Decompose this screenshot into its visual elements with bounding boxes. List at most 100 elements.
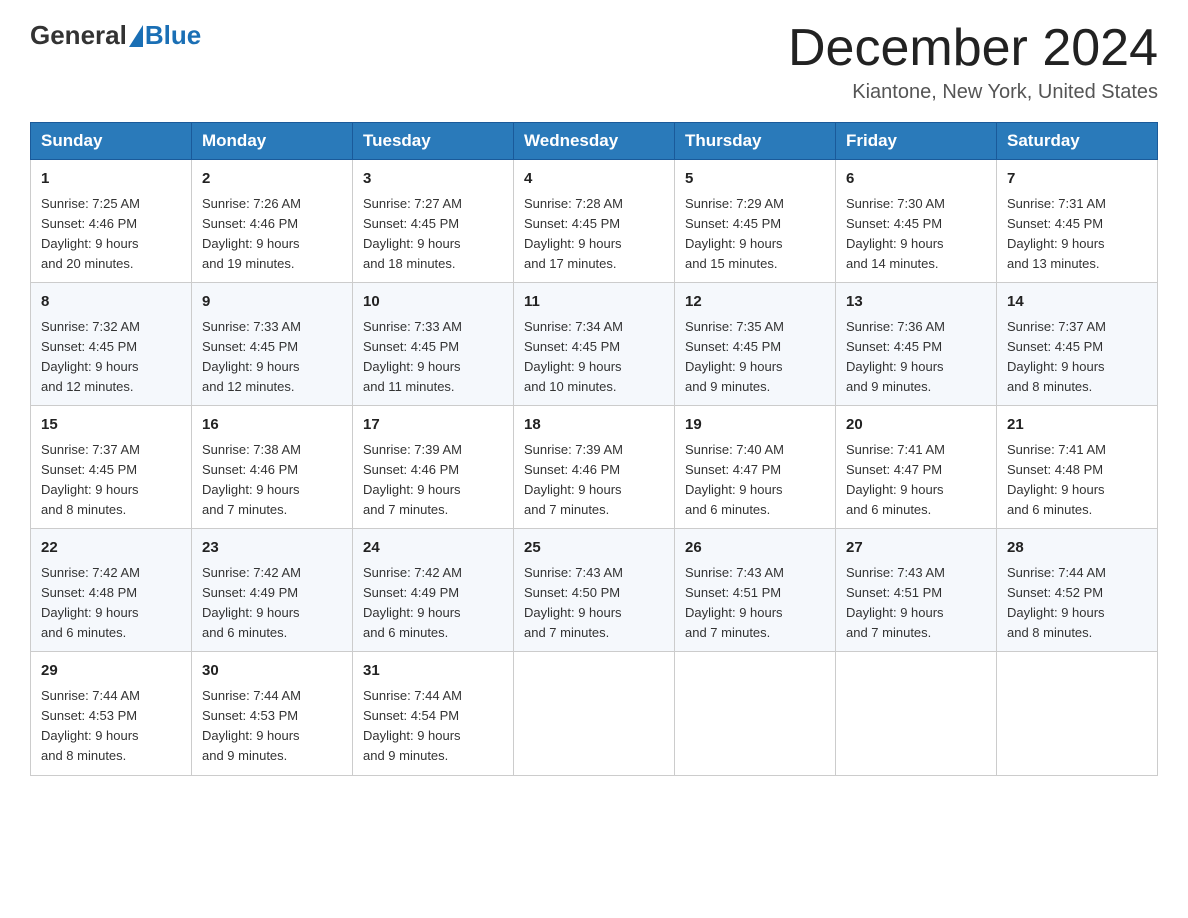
calendar-cell: 26Sunrise: 7:43 AMSunset: 4:51 PMDayligh… bbox=[675, 529, 836, 652]
calendar-cell: 23 Sunrise: 7:42 AMSunset: 4:49 PMDayligh… bbox=[192, 529, 353, 652]
day-info: Sunrise: 7:30 AMSunset: 4:45 PMDaylight:… bbox=[846, 194, 986, 275]
day-info: Sunrise: 7:44 AMSunset: 4:53 PMDaylight:… bbox=[41, 686, 181, 767]
col-thursday: Thursday bbox=[675, 123, 836, 160]
day-info: Sunrise: 7:35 AMSunset: 4:45 PMDaylight:… bbox=[685, 317, 825, 398]
calendar-cell: 9Sunrise: 7:33 AMSunset: 4:45 PMDaylight… bbox=[192, 283, 353, 406]
day-number: 21 bbox=[1007, 414, 1147, 437]
calendar-cell: 29 Sunrise: 7:44 AMSunset: 4:53 PMDayligh… bbox=[31, 652, 192, 775]
calendar-cell: 13 Sunrise: 7:36 AMSunset: 4:45 PMDayligh… bbox=[836, 283, 997, 406]
day-info: Sunrise: 7:36 AMSunset: 4:45 PMDaylight:… bbox=[846, 317, 986, 398]
calendar-cell: 4 Sunrise: 7:28 AMSunset: 4:45 PMDaylight… bbox=[514, 160, 675, 283]
day-number: 8 bbox=[41, 291, 181, 314]
day-info: Sunrise: 7:42 AMSunset: 4:48 PMDaylight:… bbox=[41, 563, 181, 644]
day-info: Sunrise: 7:28 AMSunset: 4:45 PMDaylight:… bbox=[524, 194, 664, 275]
col-wednesday: Wednesday bbox=[514, 123, 675, 160]
day-number: 7 bbox=[1007, 168, 1147, 191]
calendar-week-row-5: 29 Sunrise: 7:44 AMSunset: 4:53 PMDayligh… bbox=[31, 652, 1158, 775]
logo-triangle-icon bbox=[129, 25, 143, 47]
day-info: Sunrise: 7:39 AMSunset: 4:46 PMDaylight:… bbox=[363, 440, 503, 521]
month-title: December 2024 bbox=[788, 20, 1158, 77]
day-number: 14 bbox=[1007, 291, 1147, 314]
day-info: Sunrise: 7:43 AMSunset: 4:50 PMDaylight:… bbox=[524, 563, 664, 644]
calendar-cell: 19 Sunrise: 7:40 AMSunset: 4:47 PMDayligh… bbox=[675, 406, 836, 529]
day-number: 13 bbox=[846, 291, 986, 314]
day-number: 20 bbox=[846, 414, 986, 437]
day-info: Sunrise: 7:25 AMSunset: 4:46 PMDaylight:… bbox=[41, 194, 181, 275]
calendar-cell: 2 Sunrise: 7:26 AMSunset: 4:46 PMDaylight… bbox=[192, 160, 353, 283]
calendar-cell bbox=[836, 652, 997, 775]
calendar-cell: 22 Sunrise: 7:42 AMSunset: 4:48 PMDayligh… bbox=[31, 529, 192, 652]
day-number: 12 bbox=[685, 291, 825, 314]
calendar-cell: 20Sunrise: 7:41 AMSunset: 4:47 PMDayligh… bbox=[836, 406, 997, 529]
calendar-week-row-2: 8 Sunrise: 7:32 AMSunset: 4:45 PMDaylight… bbox=[31, 283, 1158, 406]
logo: General Blue bbox=[30, 20, 201, 51]
day-number: 29 bbox=[41, 660, 181, 683]
calendar-cell: 1 Sunrise: 7:25 AMSunset: 4:46 PMDaylight… bbox=[31, 160, 192, 283]
day-info: Sunrise: 7:38 AMSunset: 4:46 PMDaylight:… bbox=[202, 440, 342, 521]
col-sunday: Sunday bbox=[31, 123, 192, 160]
calendar-cell: 8 Sunrise: 7:32 AMSunset: 4:45 PMDaylight… bbox=[31, 283, 192, 406]
calendar-cell: 27Sunrise: 7:43 AMSunset: 4:51 PMDayligh… bbox=[836, 529, 997, 652]
day-info: Sunrise: 7:26 AMSunset: 4:46 PMDaylight:… bbox=[202, 194, 342, 275]
calendar-cell: 5Sunrise: 7:29 AMSunset: 4:45 PMDaylight… bbox=[675, 160, 836, 283]
day-info: Sunrise: 7:42 AMSunset: 4:49 PMDaylight:… bbox=[363, 563, 503, 644]
day-number: 18 bbox=[524, 414, 664, 437]
day-number: 25 bbox=[524, 537, 664, 560]
day-number: 17 bbox=[363, 414, 503, 437]
calendar-cell bbox=[514, 652, 675, 775]
day-info: Sunrise: 7:37 AMSunset: 4:45 PMDaylight:… bbox=[1007, 317, 1147, 398]
calendar-cell: 16 Sunrise: 7:38 AMSunset: 4:46 PMDayligh… bbox=[192, 406, 353, 529]
calendar-cell: 31Sunrise: 7:44 AMSunset: 4:54 PMDayligh… bbox=[353, 652, 514, 775]
calendar-cell: 3 Sunrise: 7:27 AMSunset: 4:45 PMDaylight… bbox=[353, 160, 514, 283]
day-info: Sunrise: 7:27 AMSunset: 4:45 PMDaylight:… bbox=[363, 194, 503, 275]
calendar-cell: 14 Sunrise: 7:37 AMSunset: 4:45 PMDayligh… bbox=[997, 283, 1158, 406]
calendar-cell: 7 Sunrise: 7:31 AMSunset: 4:45 PMDaylight… bbox=[997, 160, 1158, 283]
day-number: 2 bbox=[202, 168, 342, 191]
day-number: 9 bbox=[202, 291, 342, 314]
calendar-header-row: Sunday Monday Tuesday Wednesday Thursday… bbox=[31, 123, 1158, 160]
calendar-cell: 10Sunrise: 7:33 AMSunset: 4:45 PMDayligh… bbox=[353, 283, 514, 406]
calendar-week-row-4: 22 Sunrise: 7:42 AMSunset: 4:48 PMDayligh… bbox=[31, 529, 1158, 652]
day-number: 22 bbox=[41, 537, 181, 560]
calendar-cell: 28 Sunrise: 7:44 AMSunset: 4:52 PMDayligh… bbox=[997, 529, 1158, 652]
day-number: 19 bbox=[685, 414, 825, 437]
day-number: 23 bbox=[202, 537, 342, 560]
calendar-week-row-3: 15 Sunrise: 7:37 AMSunset: 4:45 PMDayligh… bbox=[31, 406, 1158, 529]
day-number: 16 bbox=[202, 414, 342, 437]
calendar-cell: 30 Sunrise: 7:44 AMSunset: 4:53 PMDayligh… bbox=[192, 652, 353, 775]
day-info: Sunrise: 7:42 AMSunset: 4:49 PMDaylight:… bbox=[202, 563, 342, 644]
day-number: 30 bbox=[202, 660, 342, 683]
calendar-cell: 25 Sunrise: 7:43 AMSunset: 4:50 PMDayligh… bbox=[514, 529, 675, 652]
calendar-cell: 17 Sunrise: 7:39 AMSunset: 4:46 PMDayligh… bbox=[353, 406, 514, 529]
day-number: 1 bbox=[41, 168, 181, 191]
day-info: Sunrise: 7:40 AMSunset: 4:47 PMDaylight:… bbox=[685, 440, 825, 521]
day-number: 4 bbox=[524, 168, 664, 191]
calendar-week-row-1: 1 Sunrise: 7:25 AMSunset: 4:46 PMDaylight… bbox=[31, 160, 1158, 283]
day-info: Sunrise: 7:43 AMSunset: 4:51 PMDaylight:… bbox=[846, 563, 986, 644]
day-number: 28 bbox=[1007, 537, 1147, 560]
logo-blue-text: Blue bbox=[145, 20, 201, 51]
day-number: 11 bbox=[524, 291, 664, 314]
logo-general-text: General bbox=[30, 20, 127, 51]
title-block: December 2024 Kiantone, New York, United… bbox=[788, 20, 1158, 104]
day-info: Sunrise: 7:29 AMSunset: 4:45 PMDaylight:… bbox=[685, 194, 825, 275]
day-number: 24 bbox=[363, 537, 503, 560]
day-info: Sunrise: 7:32 AMSunset: 4:45 PMDaylight:… bbox=[41, 317, 181, 398]
day-number: 15 bbox=[41, 414, 181, 437]
calendar-cell: 24 Sunrise: 7:42 AMSunset: 4:49 PMDayligh… bbox=[353, 529, 514, 652]
day-info: Sunrise: 7:34 AMSunset: 4:45 PMDaylight:… bbox=[524, 317, 664, 398]
calendar-cell: 18Sunrise: 7:39 AMSunset: 4:46 PMDayligh… bbox=[514, 406, 675, 529]
day-info: Sunrise: 7:37 AMSunset: 4:45 PMDaylight:… bbox=[41, 440, 181, 521]
day-info: Sunrise: 7:41 AMSunset: 4:48 PMDaylight:… bbox=[1007, 440, 1147, 521]
day-info: Sunrise: 7:31 AMSunset: 4:45 PMDaylight:… bbox=[1007, 194, 1147, 275]
col-friday: Friday bbox=[836, 123, 997, 160]
col-tuesday: Tuesday bbox=[353, 123, 514, 160]
day-number: 3 bbox=[363, 168, 503, 191]
day-info: Sunrise: 7:44 AMSunset: 4:52 PMDaylight:… bbox=[1007, 563, 1147, 644]
calendar-cell: 6Sunrise: 7:30 AMSunset: 4:45 PMDaylight… bbox=[836, 160, 997, 283]
day-info: Sunrise: 7:44 AMSunset: 4:53 PMDaylight:… bbox=[202, 686, 342, 767]
calendar-cell bbox=[675, 652, 836, 775]
calendar-cell: 11 Sunrise: 7:34 AMSunset: 4:45 PMDayligh… bbox=[514, 283, 675, 406]
calendar-cell bbox=[997, 652, 1158, 775]
day-info: Sunrise: 7:43 AMSunset: 4:51 PMDaylight:… bbox=[685, 563, 825, 644]
